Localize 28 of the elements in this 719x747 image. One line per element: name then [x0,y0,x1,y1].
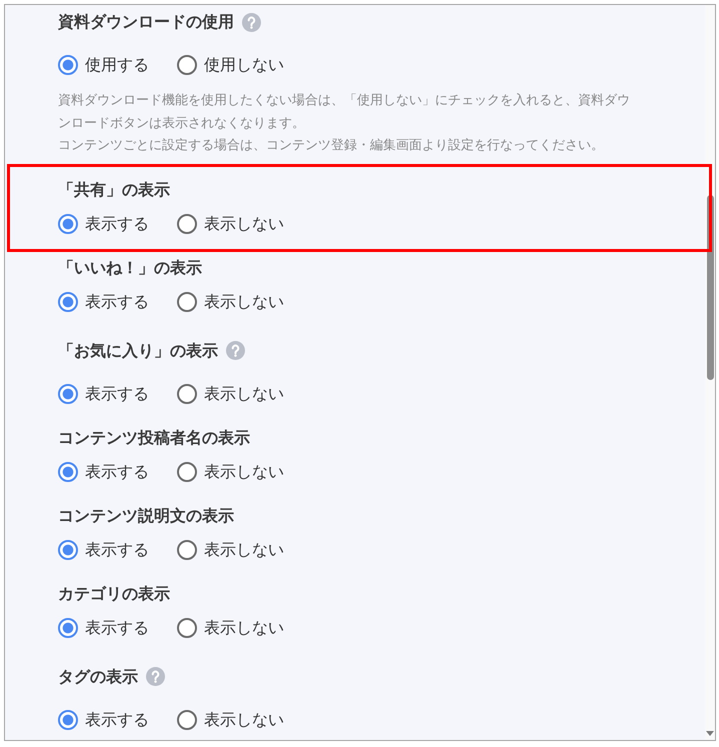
radio-option[interactable]: 使用する [58,53,149,77]
setting-title: カテゴリの表示 [58,582,170,604]
radio-option[interactable]: 表示する [58,212,149,236]
radio-option[interactable]: 表示しない [177,382,284,406]
setting-title: タグの表示 [58,666,138,688]
setting-title: 「お気に入り」の表示 [58,340,218,362]
radio-option[interactable]: 表示しない [177,290,284,314]
setting-title: コンテンツ説明文の表示 [58,504,234,526]
setting-title: コンテンツ投稿者名の表示 [58,426,250,448]
radio-option[interactable]: 表示しない [177,212,284,236]
radio-option[interactable]: 表示しない [177,538,284,562]
setting-title: 資料ダウンロードの使用 [58,11,234,33]
radio-option[interactable]: 表示する [58,708,149,732]
radio-option[interactable]: 表示する [58,460,149,484]
radio-option[interactable]: 表示する [58,616,149,640]
scrollbar-track[interactable] [705,5,715,740]
setting-title: 「いいね！」の表示 [58,256,202,278]
radio-option[interactable]: 表示する [58,382,149,406]
radio-option[interactable]: 表示する [58,538,149,562]
radio-option[interactable]: 使用しない [177,53,284,77]
radio-option[interactable]: 表示しない [177,708,284,732]
radio-option[interactable]: 表示する [58,290,149,314]
radio-option[interactable]: 表示しない [177,460,284,484]
radio-option[interactable]: 表示しない [177,616,284,640]
scroll-down-arrow-icon[interactable] [706,731,714,736]
description-text: コンテンツごとに設定する場合は、コンテンツ登録・編集画面より設定を行なってください。 [58,137,605,155]
setting-title: 「共有」の表示 [58,178,170,200]
description-text: 資料ダウンロード機能を使用したくない場合は、「使用しない」にチェックを入れると、資料ダウンロードボタンは表示されなくなります。 [58,92,631,132]
